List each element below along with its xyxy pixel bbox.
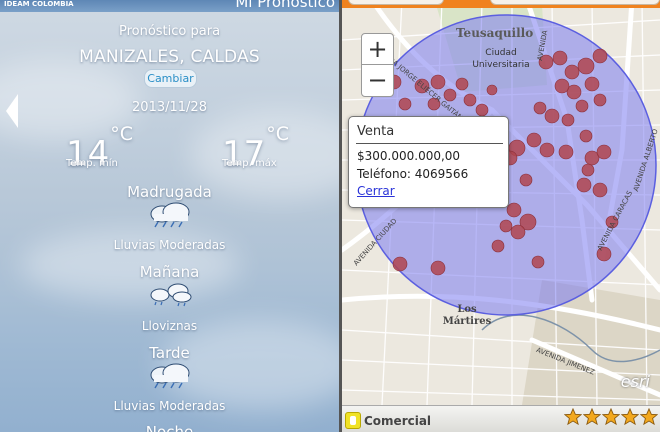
temp-min-unit: °C	[110, 122, 134, 145]
temp-min-label: Temp. mín	[66, 158, 118, 169]
map-label-los-martires: Los Mártires	[442, 304, 492, 327]
period-name: Tarde	[149, 344, 190, 362]
listing-bottom-bar: Comercial	[342, 405, 660, 432]
popup-price: $300.000.000,00	[357, 149, 461, 163]
esri-attribution: esri	[620, 372, 650, 391]
period-name: Madrugada	[127, 183, 212, 201]
star-icon[interactable]	[640, 408, 658, 426]
period-name: Noche	[145, 423, 194, 432]
map-top-tab[interactable]	[490, 0, 660, 5]
commercial-category-icon	[345, 412, 361, 429]
property-popup: Venta $300.000.000,00 Teléfono: 4069566 …	[348, 116, 509, 208]
map-label-ciudad-universitaria: Ciudad Universitaria	[472, 48, 530, 70]
temp-max-label: Temp. máx	[222, 158, 277, 169]
popup-divider	[356, 143, 503, 144]
forecast-date: 2013/11/28	[132, 100, 207, 115]
rating-stars[interactable]	[563, 408, 658, 426]
drizzle-cloud-icon	[150, 283, 192, 307]
change-city-button[interactable]: Cambiar	[144, 69, 197, 88]
category-label: Comercial	[364, 414, 432, 428]
zoom-in-button[interactable]: +	[362, 34, 393, 65]
star-icon[interactable]	[621, 408, 639, 426]
period-condition: Lluvias Moderadas	[113, 399, 226, 413]
forecast-for-label: Pronóstico para	[118, 24, 221, 39]
rain-cloud-icon	[150, 202, 190, 228]
popup-title: Venta	[357, 124, 395, 139]
map-label-teusaquillo: Teusaquillo	[456, 26, 534, 40]
popup-phone: Teléfono: 4069566	[357, 167, 469, 181]
brand-text: IDEAM COLOMBIA	[4, 0, 74, 8]
rain-cloud-icon	[150, 363, 190, 389]
map-top-tab[interactable]	[348, 0, 444, 5]
city-name: MANIZALES, CALDAS	[79, 47, 260, 67]
app-title: Mi Pronóstico	[235, 0, 335, 11]
star-icon[interactable]	[602, 408, 620, 426]
zoom-out-button[interactable]: −	[362, 65, 393, 96]
period-condition: Lluvias Moderadas	[113, 238, 226, 252]
period-name: Mañana	[139, 263, 200, 281]
star-icon[interactable]	[564, 408, 582, 426]
period-condition: Lloviznas	[141, 319, 198, 333]
zoom-control: + −	[361, 33, 394, 97]
weather-panel: IDEAM COLOMBIA Mi Pronóstico Pronóstico …	[0, 0, 339, 432]
star-icon[interactable]	[583, 408, 601, 426]
map-view[interactable]: Teusaquillo Ciudad Universitaria Los Már…	[342, 0, 660, 405]
temp-max-unit: °C	[266, 122, 290, 145]
popup-close-link[interactable]: Cerrar	[357, 184, 395, 198]
